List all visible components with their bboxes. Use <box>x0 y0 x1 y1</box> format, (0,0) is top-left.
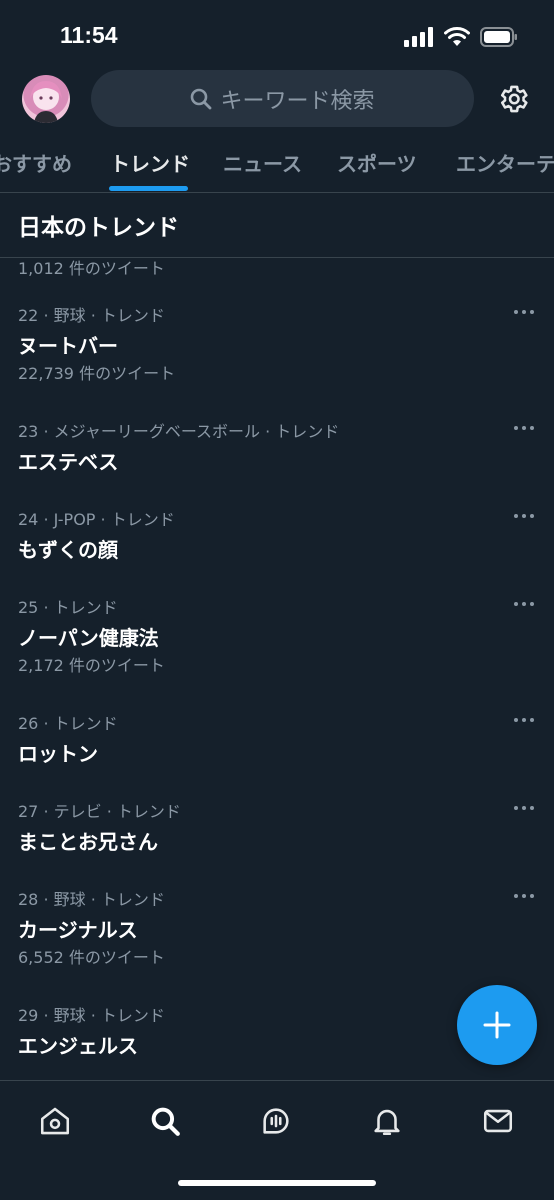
trend-list: 1,012 件のツイート 22 · 野球 · トレンド ヌートバー 22,739… <box>0 258 554 1080</box>
trend-name: ヌートバー <box>18 334 118 358</box>
more-options-button[interactable] <box>514 894 534 898</box>
trend-meta: 23 · メジャーリーグベースボール · トレンド <box>18 422 340 441</box>
tab-trending[interactable]: トレンド <box>110 148 190 177</box>
messages-icon <box>483 1109 513 1133</box>
trend-meta: 27 · テレビ · トレンド <box>18 802 181 821</box>
tab-sports[interactable]: スポーツ <box>337 148 417 177</box>
trend-item[interactable]: 22 · 野球 · トレンド ヌートバー 22,739 件のツイート <box>0 306 554 422</box>
trend-item[interactable]: 27 · テレビ · トレンド まことお兄さん <box>0 802 554 890</box>
section-title: 日本のトレンド <box>18 215 179 241</box>
trend-meta: 24 · J-POP · トレンド <box>18 510 175 529</box>
gear-icon <box>500 85 528 113</box>
trend-item[interactable]: 23 · メジャーリーグベースボール · トレンド エステベス <box>0 422 554 510</box>
trend-meta: 22 · 野球 · トレンド <box>18 306 165 325</box>
notifications-icon <box>374 1109 400 1136</box>
trend-tweet-count: 1,012 件のツイート <box>18 259 165 278</box>
trend-name: カージナルス <box>18 918 138 942</box>
cellular-signal-icon <box>404 27 433 47</box>
tab-entertainment[interactable]: エンターテ <box>456 148 554 177</box>
trend-name: エステベス <box>18 450 119 474</box>
trend-meta: 26 · トレンド <box>18 714 118 733</box>
wifi-icon <box>444 27 470 46</box>
trend-name: まことお兄さん <box>18 830 158 854</box>
tab-recommended[interactable]: おすすめ <box>0 148 72 177</box>
plus-icon <box>483 1011 511 1039</box>
avatar-image <box>30 81 62 123</box>
trend-meta: 25 · トレンド <box>18 598 118 617</box>
status-icons <box>404 27 518 47</box>
battery-icon <box>480 27 517 47</box>
trend-item[interactable]: 28 · 野球 · トレンド カージナルス 6,552 件のツイート <box>0 890 554 1006</box>
search-icon <box>151 1107 180 1136</box>
nav-notifications-button[interactable] <box>367 1101 407 1141</box>
trend-item[interactable]: 25 · トレンド ノーパン健康法 2,172 件のツイート <box>0 598 554 714</box>
compose-tweet-button[interactable] <box>457 985 537 1065</box>
status-bar: 11:54 <box>0 0 554 70</box>
explore-tabs: おすすめ トレンド ニュース スポーツ エンターテ <box>0 132 554 193</box>
trend-meta: 28 · 野球 · トレンド <box>18 890 165 909</box>
trend-item[interactable]: 24 · J-POP · トレンド もずくの顔 <box>0 510 554 598</box>
home-icon <box>40 1107 70 1135</box>
trend-name: ロットン <box>18 742 98 766</box>
more-options-button[interactable] <box>514 514 534 518</box>
nav-home-button[interactable] <box>35 1101 75 1141</box>
avatar[interactable] <box>22 75 70 123</box>
trend-tweet-count: 2,172 件のツイート <box>18 656 165 675</box>
active-tab-indicator <box>109 186 188 191</box>
trend-name: もずくの顔 <box>18 538 118 562</box>
more-options-button[interactable] <box>514 426 534 430</box>
settings-button[interactable] <box>496 82 530 120</box>
trend-item[interactable]: 1,012 件のツイート <box>0 258 554 306</box>
header: キーワード検索 <box>0 70 554 132</box>
search-input[interactable]: キーワード検索 <box>91 70 474 127</box>
search-icon <box>191 88 212 109</box>
spaces-icon <box>263 1108 289 1134</box>
status-time: 11:54 <box>60 22 118 48</box>
trend-tweet-count: 22,739 件のツイート <box>18 364 176 383</box>
trend-name: ノーパン健康法 <box>18 626 159 650</box>
trend-tweet-count: 6,552 件のツイート <box>18 948 165 967</box>
trend-item[interactable]: 26 · トレンド ロットン <box>0 714 554 802</box>
more-options-button[interactable] <box>514 602 534 606</box>
nav-messages-button[interactable] <box>478 1101 518 1141</box>
search-placeholder: キーワード検索 <box>220 88 375 114</box>
more-options-button[interactable] <box>514 806 534 810</box>
more-options-button[interactable] <box>514 310 534 314</box>
nav-search-button[interactable] <box>145 1101 185 1141</box>
home-indicator[interactable] <box>178 1180 376 1186</box>
nav-spaces-button[interactable] <box>256 1101 296 1141</box>
more-options-button[interactable] <box>514 718 534 722</box>
tab-news[interactable]: ニュース <box>223 148 302 177</box>
